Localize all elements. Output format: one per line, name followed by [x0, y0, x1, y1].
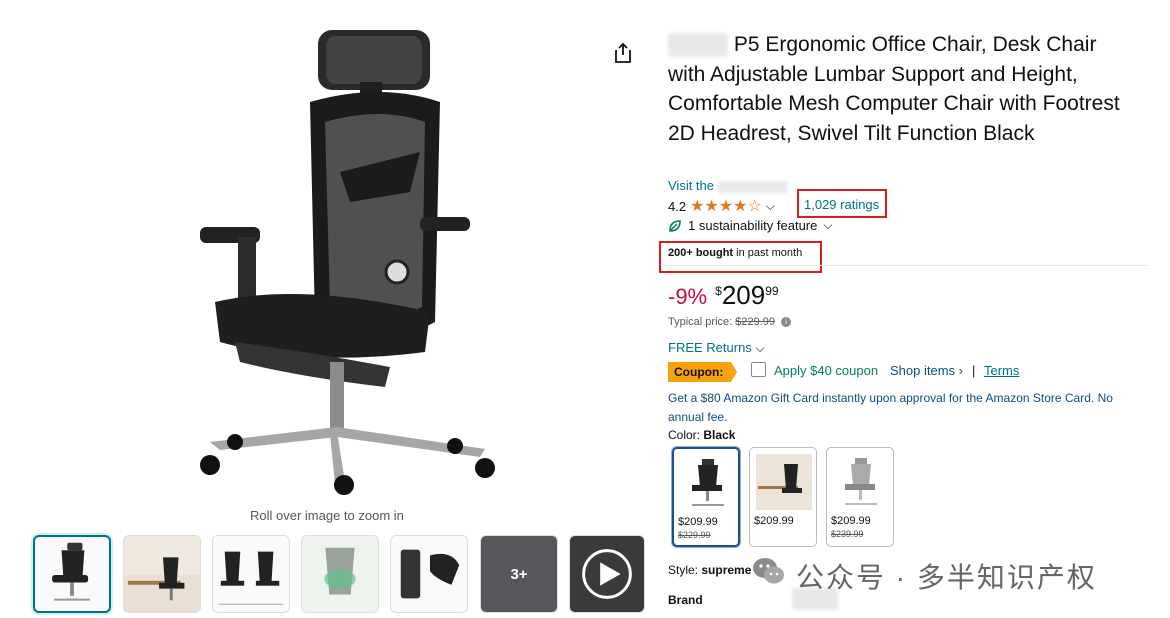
style-value: supreme: [701, 563, 752, 577]
product-title: P5 Ergonomic Office Chair, Desk Chair wi…: [668, 30, 1138, 148]
thumbnail-more[interactable]: 3+: [480, 535, 558, 613]
thumbnail-dimensions-image: [218, 551, 284, 605]
typical-price-value: $229.99: [735, 316, 776, 328]
free-returns-label: FREE Returns: [668, 340, 752, 355]
swatch-room-image: [756, 454, 812, 510]
color-swatch-1[interactable]: $209.99 $229.99: [672, 447, 740, 547]
typical-price: Typical price: $229.99 i: [668, 316, 792, 328]
ratings-count-link[interactable]: 1,029 ratings: [804, 197, 879, 212]
thumbnail-5[interactable]: [390, 535, 468, 613]
bought-period: in past month: [736, 247, 803, 259]
thumbnail-video[interactable]: [569, 535, 645, 613]
color-label-text: Color:: [668, 428, 701, 442]
thumbnail-1[interactable]: [33, 535, 111, 613]
free-returns-link[interactable]: FREE Returns ⌵: [668, 340, 765, 356]
price-block: -9% $ 209 99: [668, 282, 779, 310]
discount-percent: -9%: [668, 284, 708, 309]
swatch-was-price: $229.99: [678, 530, 711, 540]
store-link[interactable]: Visit the: [668, 178, 788, 193]
typical-price-label: Typical price:: [668, 316, 733, 328]
terms-link[interactable]: Terms: [984, 363, 1019, 378]
thumbnail-2[interactable]: [123, 535, 201, 613]
thumbnail-lumbar-image: [302, 536, 378, 612]
price-fraction: 99: [765, 284, 779, 298]
store-link-prefix: Visit the: [668, 178, 715, 193]
color-label: Color: Black: [668, 428, 735, 442]
style-label: Style: supreme: [668, 563, 751, 577]
thumbnail-4[interactable]: [301, 535, 379, 613]
style-label-text: Style:: [668, 563, 699, 577]
coupon-badge-notch: [731, 362, 737, 382]
bought-badge: 200+ bought in past month: [668, 247, 802, 259]
color-swatch-3[interactable]: $209.99 $239.99: [826, 447, 894, 547]
chevron-down-icon: ⌵: [823, 218, 833, 232]
apply-coupon-label[interactable]: Apply $40 coupon: [774, 363, 878, 378]
rating-value: 4.2: [668, 198, 687, 214]
gift-card-offer[interactable]: Get a $80 Amazon Gift Card instantly upo…: [668, 389, 1143, 427]
brand-label: Brand: [668, 593, 703, 607]
blurred-brand: [668, 33, 728, 58]
thumbnail-chair-image: [52, 542, 91, 601]
color-value: Black: [703, 428, 736, 442]
wechat-icon: [753, 558, 784, 584]
info-icon[interactable]: i: [781, 317, 792, 328]
swatch-price: $209.99: [754, 515, 794, 527]
main-product-image[interactable]: [190, 22, 520, 502]
separator: |: [972, 363, 976, 378]
price-whole: 209: [721, 280, 766, 310]
swatch-price: $209.99: [678, 516, 718, 528]
chevron-down-icon[interactable]: ⌵: [766, 199, 775, 214]
shop-items-link[interactable]: Shop items ›: [890, 363, 963, 378]
leaf-icon: [669, 219, 681, 232]
divider: [668, 265, 1147, 266]
swatch-price: $209.99: [831, 515, 871, 527]
product-title-text: P5 Ergonomic Office Chair, Desk Chair wi…: [668, 33, 1120, 145]
thumbnail-3[interactable]: [212, 535, 290, 613]
swatch-grey-chair-image: [845, 458, 877, 505]
rating-row[interactable]: 4.2 ★★★★☆ ⌵: [668, 196, 775, 216]
rating-stars-icon: ★★★★☆: [690, 198, 762, 215]
share-icon[interactable]: [612, 42, 634, 64]
thumbnail-room-image: [124, 536, 200, 601]
thumbnail-headrest-image: [400, 549, 460, 599]
coupon-checkbox[interactable]: [751, 362, 766, 377]
blurred-store-name: [717, 180, 788, 193]
sustainability-row[interactable]: 1 sustainability feature ⌵: [668, 218, 832, 233]
more-images-count: 3+: [510, 565, 528, 583]
bought-count: 200+ bought: [668, 247, 734, 259]
color-swatch-2[interactable]: $209.99: [749, 447, 817, 547]
swatch-was-price: $239.99: [831, 529, 864, 539]
watermark-text: 公众号 · 多半知识产权: [796, 562, 1097, 593]
price-symbol: $: [715, 284, 722, 298]
swatch-chair-image: [692, 459, 724, 506]
zoom-hint: Roll over image to zoom in: [250, 508, 404, 523]
coupon-badge: Coupon:: [668, 362, 731, 382]
play-video-icon: [582, 549, 632, 599]
sustainability-label: 1 sustainability feature: [688, 218, 818, 233]
chevron-down-icon: ⌵: [755, 341, 765, 355]
